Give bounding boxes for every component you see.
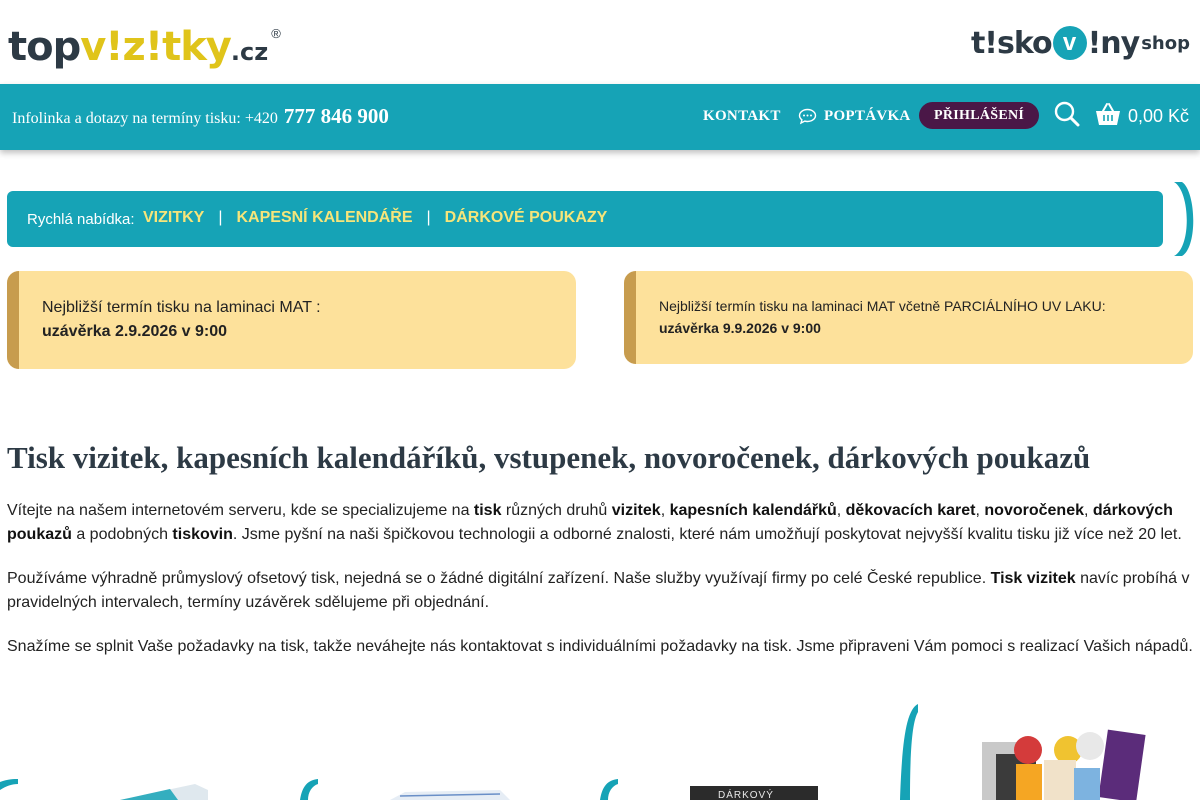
text: , [660, 502, 670, 519]
nav-poptavka-label: POPTÁVKA [824, 108, 911, 124]
registered-mark: ® [271, 26, 281, 41]
cart-icon[interactable] [1095, 101, 1121, 127]
tiskoviny-shop-logo[interactable]: t!sko v !ny shop [971, 18, 1190, 68]
quick-link-kapesni-kalendare[interactable]: KAPESNÍ KALENDÁŘE [237, 209, 413, 227]
product-tile-vizitky[interactable] [0, 776, 260, 800]
cart-total[interactable]: 0,00 Kč [1128, 106, 1189, 127]
logo2-part-tisko: t!sko [970, 25, 1053, 61]
text: , [836, 502, 846, 519]
infoline-label: Infolinka a dotazy na termíny tisku: +42… [12, 110, 278, 127]
deadline-title: Nejbližší termín tisku na laminaci MAT : [42, 299, 321, 316]
quick-offer-links: VIZITKY | KAPESNÍ KALENDÁŘE | DÁRKOVÉ PO… [143, 209, 607, 227]
nav-kontakt[interactable]: KONTAKT [703, 108, 781, 125]
infoline-phone[interactable]: 777 846 900 [284, 104, 389, 128]
site-header: top v!z!tky .cz ® t!sko v !ny shop [0, 0, 1200, 84]
keyword: novoročenek [984, 502, 1084, 519]
keyword: tiskovin [172, 526, 233, 543]
deadline-date: uzávěrka 2.9.2026 v 9:00 [42, 323, 228, 340]
keyword: vizitek [611, 502, 661, 519]
contact-paragraph: Snažíme se splnit Vaše požadavky na tisk… [7, 638, 1193, 655]
search-icon[interactable] [1054, 101, 1080, 127]
quick-link-vizitky[interactable]: VIZITKY [143, 209, 204, 227]
chat-icon [798, 108, 817, 125]
logo-part-vizitky: v!z!tky [80, 24, 232, 70]
deadline-card-mat-uv: Nejbližší termín tisku na laminaci MAT v… [624, 271, 1193, 364]
topvizitky-logo[interactable]: top v!z!tky .cz ® [8, 24, 281, 70]
deadline-date: uzávěrka 9.9.2026 v 9:00 [659, 320, 821, 336]
nav-poptavka[interactable]: POPTÁVKA [798, 108, 911, 125]
decorative-bracket [1174, 182, 1194, 256]
top-nav-bar: Infolinka a dotazy na termíny tisku: +42… [0, 84, 1200, 150]
logo-part-cz: .cz [230, 38, 269, 66]
keyword: kapesních kalendářků [669, 502, 837, 519]
page-title: Tisk vizitek, kapesních kalendáříků, vst… [7, 440, 1091, 475]
text: a podobných [71, 526, 173, 543]
quick-link-darkove-poukazy[interactable]: DÁRKOVÉ POUKAZY [445, 209, 608, 227]
keyword: děkovacích karet [845, 502, 976, 519]
keyword: Tisk vizitek [990, 570, 1076, 587]
quick-offer-label: Rychlá nabídka: [27, 211, 135, 228]
product-tile-tiskoviny[interactable] [898, 702, 1198, 800]
logo2-part-ny: !ny [1087, 25, 1141, 61]
text: . Jsme pyšní na naši špičkovou technolog… [232, 526, 1182, 543]
keyword: tisk [473, 502, 502, 519]
offset-paragraph: Používáme výhradně průmyslový ofsetový t… [7, 567, 1197, 615]
text: Používáme výhradně průmyslový ofsetový t… [7, 570, 991, 587]
deadline-card-mat: Nejbližší termín tisku na laminaci MAT :… [7, 271, 576, 369]
deadline-title: Nejbližší termín tisku na laminaci MAT v… [659, 298, 1106, 314]
text: Vítejte na našem internetovém serveru, k… [7, 502, 474, 519]
logo2-part-v: v [1052, 26, 1087, 60]
voucher-image-text: DÁRKOVÝ [718, 790, 774, 800]
quick-separator: | [218, 209, 223, 226]
text: , [1084, 502, 1093, 519]
quick-offer-bar: Rychlá nabídka: VIZITKY | KAPESNÍ KALEND… [7, 191, 1163, 247]
intro-paragraph: Vítejte na našem internetovém serveru, k… [7, 499, 1197, 547]
logo2-part-shop: shop [1141, 32, 1190, 54]
infoline: Infolinka a dotazy na termíny tisku: +42… [12, 104, 389, 129]
product-tile-kalendare[interactable] [300, 776, 560, 800]
quick-separator: | [426, 209, 431, 226]
text: různých druhů [501, 502, 612, 519]
logo-part-top: top [8, 24, 81, 70]
login-button[interactable]: PŘIHLÁŠENÍ [919, 102, 1040, 129]
